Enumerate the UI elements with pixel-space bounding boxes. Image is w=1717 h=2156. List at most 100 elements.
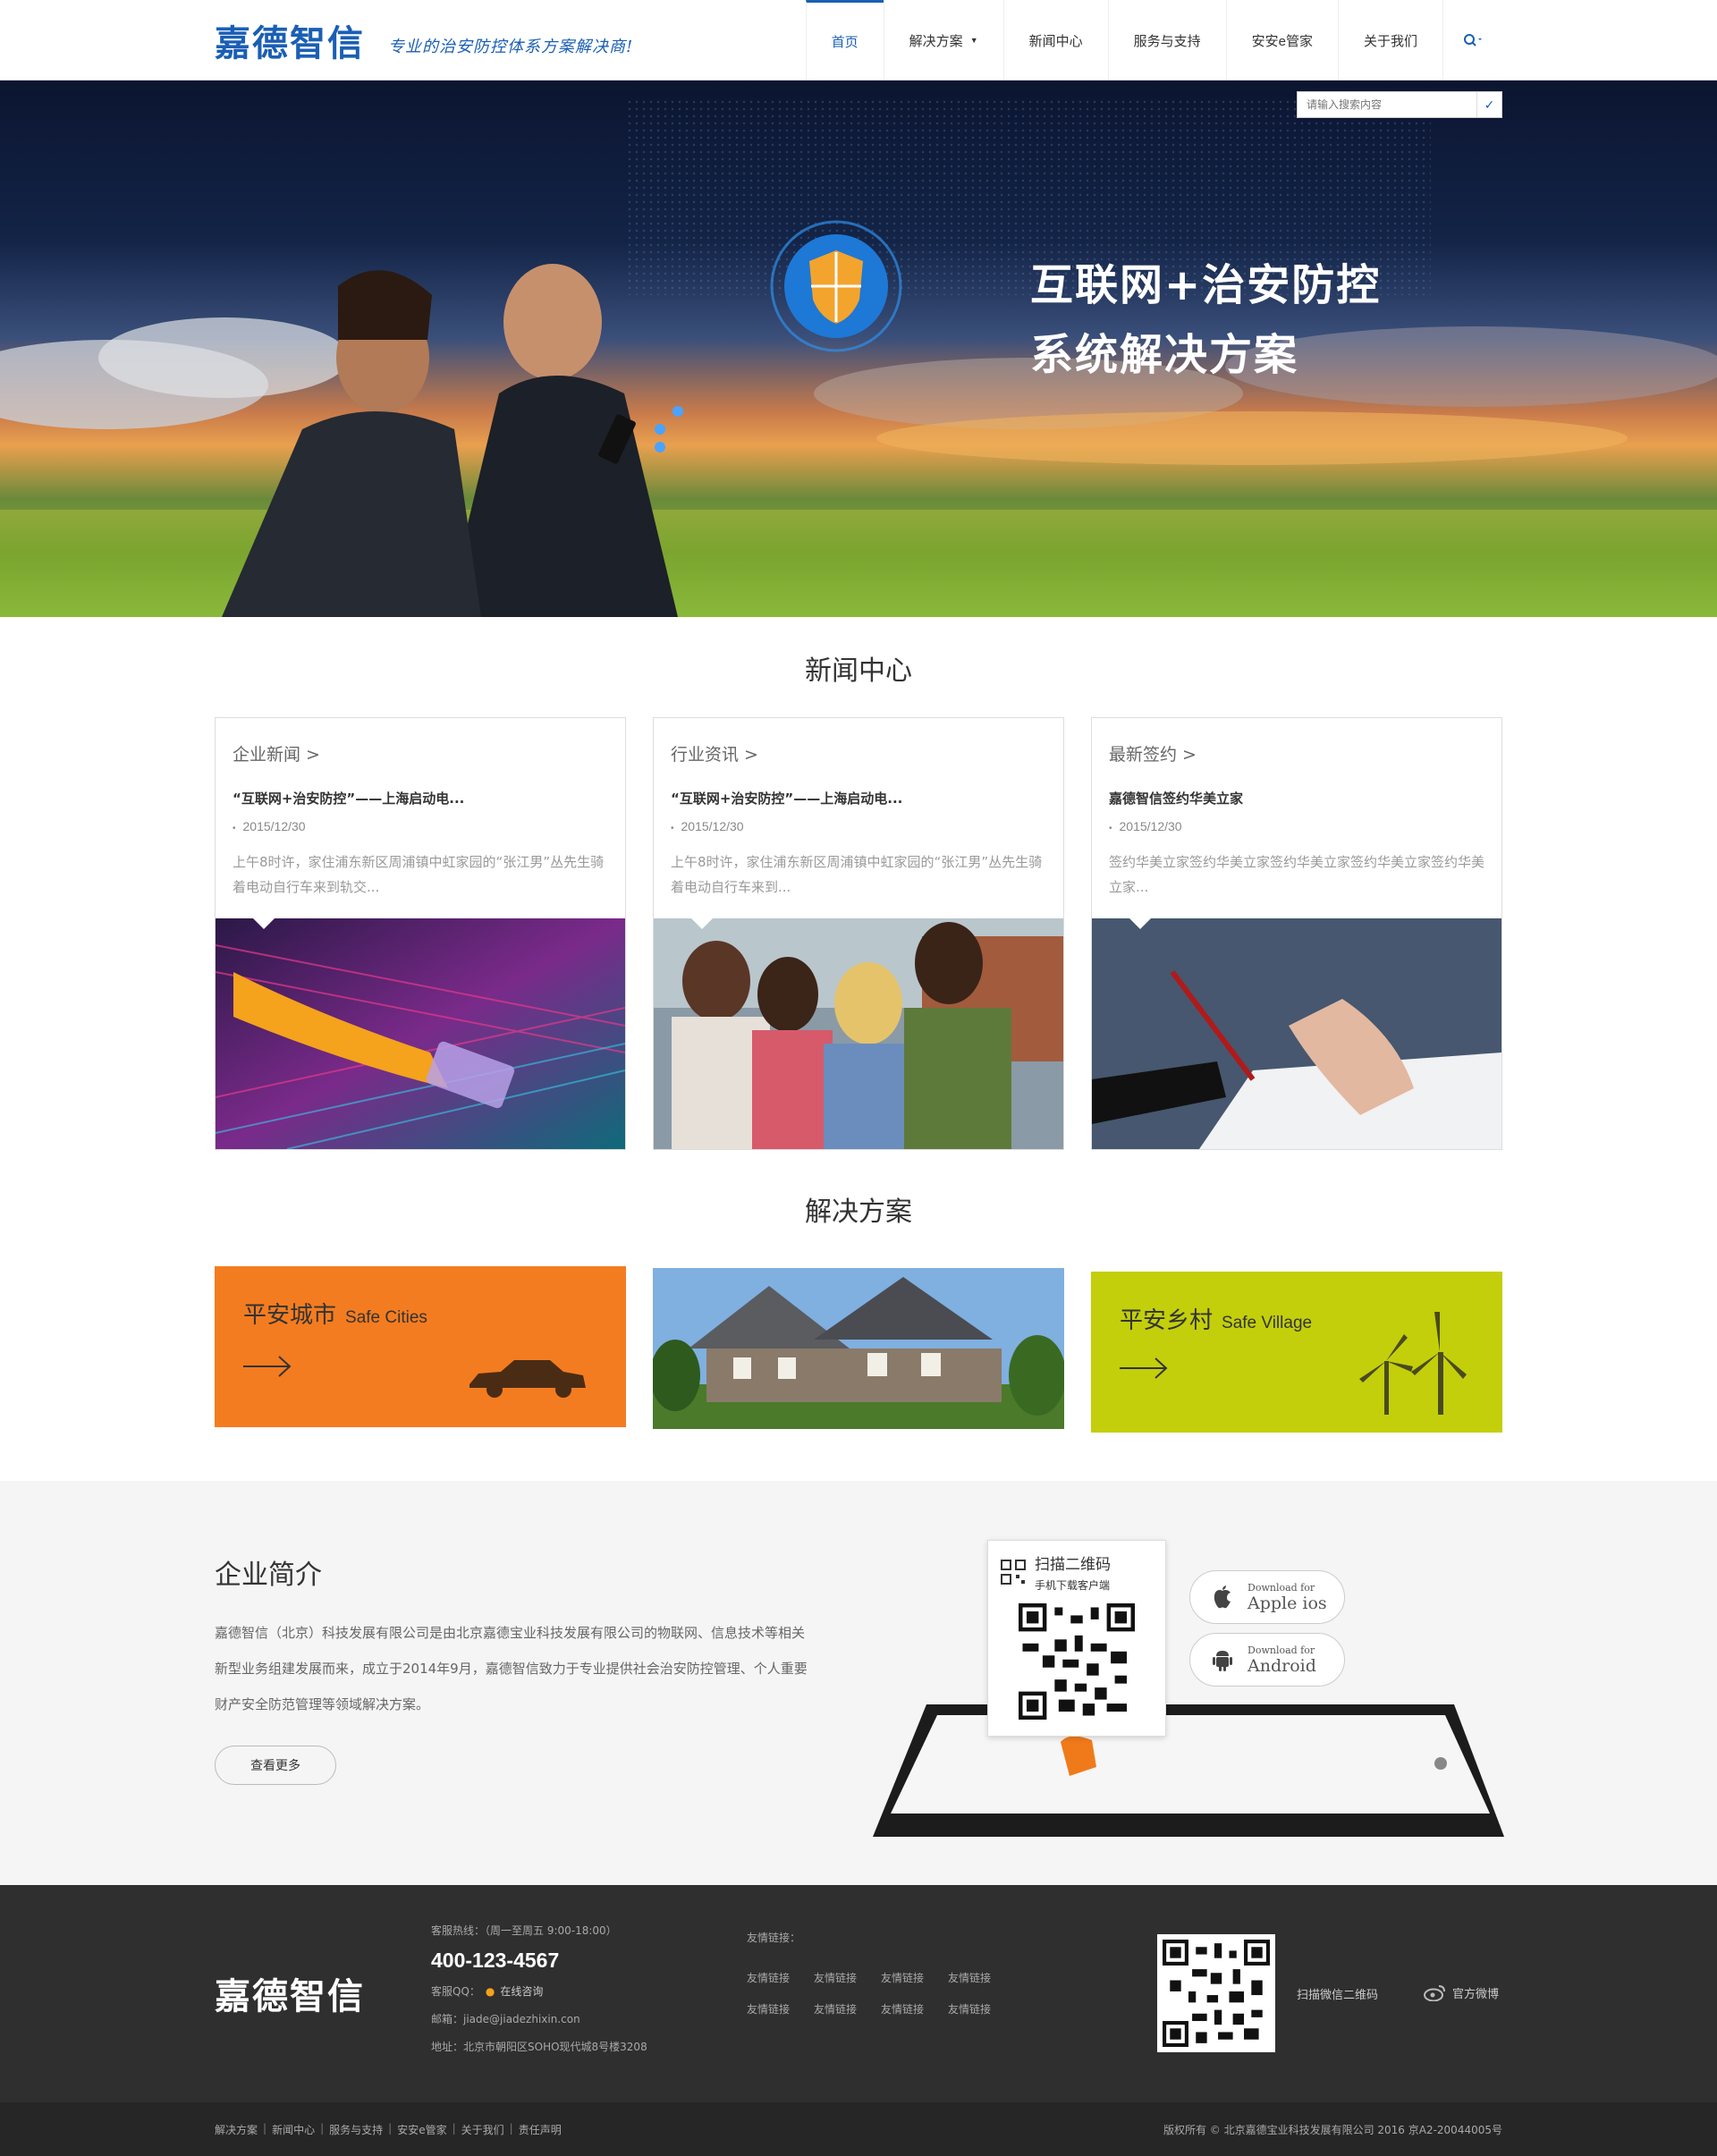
weibo-label: 官方微博 bbox=[1452, 1987, 1500, 2001]
solution-house-image[interactable] bbox=[653, 1268, 1064, 1429]
bottom-link-butler[interactable]: 安安e管家 bbox=[397, 2122, 446, 2137]
weibo-link[interactable]: 官方微博 bbox=[1424, 1983, 1499, 2001]
friend-link[interactable]: 友情链接 bbox=[747, 2001, 814, 2016]
news-category[interactable]: 最新签约 > bbox=[1109, 741, 1484, 765]
solution-cn: 平安城市 bbox=[243, 1302, 337, 1329]
solution-cn: 平安乡村 bbox=[1120, 1307, 1214, 1334]
banner-search: ✓ bbox=[1297, 91, 1502, 118]
android-big-label: Android bbox=[1248, 1655, 1316, 1676]
app-qr-code bbox=[1019, 1603, 1135, 1720]
view-more-button[interactable]: 查看更多 bbox=[215, 1746, 336, 1785]
news-headline[interactable]: “互联网+治安防控”——上海启动电... bbox=[671, 789, 1046, 807]
download-ios-button[interactable]: Download for Apple ios bbox=[1189, 1570, 1345, 1624]
news-image[interactable] bbox=[216, 918, 625, 1149]
search-icon bbox=[1464, 34, 1482, 47]
link-separator: | bbox=[263, 2122, 267, 2135]
solution-safe-cities[interactable]: 平安城市 Safe Cities bbox=[215, 1266, 626, 1427]
slogan: 专业的治安防控体系方案解决商! bbox=[388, 38, 634, 56]
nav-news[interactable]: 新闻中心 bbox=[1002, 0, 1108, 80]
bottom-link-service[interactable]: 服务与支持 bbox=[329, 2122, 383, 2137]
wechat-qr-code bbox=[1157, 1934, 1275, 2052]
footer-logo[interactable]: 嘉德智信 bbox=[215, 1967, 365, 2019]
solution-en: Safe Village bbox=[1222, 1314, 1313, 1332]
apple-icon bbox=[1214, 1585, 1231, 1609]
download-android-button[interactable]: Download for Android bbox=[1189, 1633, 1345, 1687]
news-image[interactable] bbox=[654, 918, 1063, 1149]
news-summary: 上午8时许，家住浦东新区周浦镇中虹家园的“张江男”丛先生骑着电动自行车来到轨交.… bbox=[233, 854, 605, 895]
friend-links: 友情链接： 友情链接 友情链接 友情链接 友情链接 友情链接 友情链接 友情链接… bbox=[747, 1930, 1015, 2016]
ios-small-label: Download for bbox=[1248, 1581, 1315, 1594]
solutions-section-title: 解决方案 bbox=[805, 1196, 912, 1228]
friend-link[interactable]: 友情链接 bbox=[948, 2001, 1015, 2016]
shield-icon bbox=[770, 220, 902, 352]
nav-about[interactable]: 关于我们 bbox=[1337, 0, 1442, 80]
friend-link[interactable]: 友情链接 bbox=[881, 1970, 948, 1985]
wechat-qr-image bbox=[1163, 1940, 1270, 2047]
news-category[interactable]: 企业新闻 > bbox=[233, 741, 608, 765]
news-image[interactable] bbox=[1092, 918, 1501, 1149]
site-footer: 嘉德智信 客服热线：（周一至周五 9:00-18:00） 400-123-456… bbox=[0, 1885, 1717, 2102]
search-toggle[interactable] bbox=[1442, 0, 1502, 80]
bottom-link-solutions[interactable]: 解决方案 bbox=[215, 2122, 258, 2137]
app-qr-card: 扫描二维码 手机下载客户端 bbox=[987, 1540, 1166, 1737]
nav-butler[interactable]: 安安e管家 bbox=[1225, 0, 1338, 80]
wind-turbine-icon bbox=[1359, 1312, 1467, 1415]
arrow-right-icon bbox=[243, 1356, 292, 1377]
qq-line: 客服QQ： ● 在线咨询 bbox=[431, 1983, 647, 1999]
link-separator: | bbox=[509, 2122, 513, 2135]
nav-news-label: 新闻中心 bbox=[1028, 33, 1083, 49]
intro-text: 嘉德智信（北京）科技发展有限公司是由北京嘉德宝业科技发展有限公司的物联网、信息技… bbox=[215, 1625, 808, 1712]
footer-email: 邮箱：jiade@jiadezhixin.con bbox=[431, 2013, 580, 2025]
news-card-industry[interactable]: 行业资讯 > “互联网+治安防控”——上海启动电... 2015/12/30 上… bbox=[653, 717, 1064, 1150]
site-header: 嘉德智信 专业的治安防控体系方案解决商! 首页 解决方案 ▼ 新闻中心 服务与支持… bbox=[0, 0, 1717, 80]
friend-link[interactable]: 友情链接 bbox=[814, 1970, 881, 1985]
nav-home[interactable]: 首页 bbox=[805, 0, 884, 80]
friend-link[interactable]: 友情链接 bbox=[948, 1970, 1015, 1985]
solution-safe-village[interactable]: 平安乡村 Safe Village bbox=[1091, 1272, 1502, 1433]
solution-en: Safe Cities bbox=[345, 1308, 427, 1327]
nav-home-label: 首页 bbox=[831, 35, 858, 50]
nav-service-label: 服务与支持 bbox=[1133, 33, 1201, 49]
news-headline[interactable]: “互联网+治安防控”——上海启动电... bbox=[233, 789, 608, 807]
weibo-icon bbox=[1424, 1985, 1445, 2001]
nav-solutions[interactable]: 解决方案 ▼ bbox=[883, 0, 1003, 80]
nav-service[interactable]: 服务与支持 bbox=[1107, 0, 1226, 80]
logo[interactable]: 嘉德智信 bbox=[215, 14, 365, 66]
bottom-link-disclaimer[interactable]: 责任声明 bbox=[519, 2122, 562, 2137]
search-input[interactable] bbox=[1298, 92, 1476, 117]
friend-link[interactable]: 友情链接 bbox=[814, 2001, 881, 2016]
news-cards: 企业新闻 > “互联网+治安防控”——上海启动电... 2015/12/30 上… bbox=[215, 717, 1502, 1150]
link-separator: | bbox=[320, 2122, 325, 2135]
nav-butler-label: 安安e管家 bbox=[1251, 33, 1313, 49]
news-section-title: 新闻中心 bbox=[805, 655, 912, 687]
news-card-signing[interactable]: 最新签约 > 嘉德智信签约华美立家 2015/12/30 签约华美立家签约华美立… bbox=[1091, 717, 1502, 1150]
qq-avatar-icon: ● bbox=[485, 1985, 495, 1998]
news-card-company[interactable]: 企业新闻 > “互联网+治安防控”——上海启动电... 2015/12/30 上… bbox=[215, 717, 626, 1150]
people-with-phones-image bbox=[654, 918, 1063, 1149]
qr-title: 扫描二维码 bbox=[1035, 1556, 1111, 1574]
friend-links-title: 友情链接： bbox=[747, 1932, 801, 1944]
phone-mockup-image bbox=[873, 1704, 1504, 1837]
car-icon bbox=[469, 1360, 586, 1398]
news-date: 2015/12/30 bbox=[671, 819, 1046, 833]
solution-label: 平安城市 Safe Cities bbox=[243, 1297, 427, 1330]
news-headline[interactable]: 嘉德智信签约华美立家 bbox=[1109, 789, 1484, 807]
friend-link[interactable]: 友情链接 bbox=[881, 2001, 948, 2016]
house-image bbox=[653, 1268, 1064, 1429]
intro-title: 企业简介 bbox=[215, 1560, 322, 1591]
logo-area[interactable]: 嘉德智信 专业的治安防控体系方案解决商! bbox=[215, 14, 633, 66]
qq-consult-link[interactable]: 在线咨询 bbox=[500, 1985, 543, 1998]
banner-title: 互联网+治安防控 系统解决方案 bbox=[1030, 250, 1381, 390]
wechat-scan-label: 扫描微信二维码 bbox=[1297, 1989, 1379, 2002]
friend-link[interactable]: 友情链接 bbox=[747, 1970, 814, 1985]
friend-links-grid: 友情链接 友情链接 友情链接 友情链接 友情链接 友情链接 友情链接 友情链接 bbox=[747, 1970, 1015, 2016]
bottom-link-about[interactable]: 关于我们 bbox=[461, 2122, 504, 2137]
solutions-row: 平安城市 Safe Cities 平安乡村 Safe Village bbox=[215, 1266, 1502, 1433]
fiber-optic-image bbox=[216, 918, 625, 1149]
bottom-link-news[interactable]: 新闻中心 bbox=[272, 2122, 315, 2137]
news-date: 2015/12/30 bbox=[233, 819, 608, 833]
link-separator: | bbox=[452, 2122, 456, 2135]
news-category[interactable]: 行业资讯 > bbox=[671, 741, 1046, 765]
search-submit[interactable]: ✓ bbox=[1476, 92, 1501, 117]
banner-title-line2: 系统解决方案 bbox=[1030, 330, 1299, 380]
